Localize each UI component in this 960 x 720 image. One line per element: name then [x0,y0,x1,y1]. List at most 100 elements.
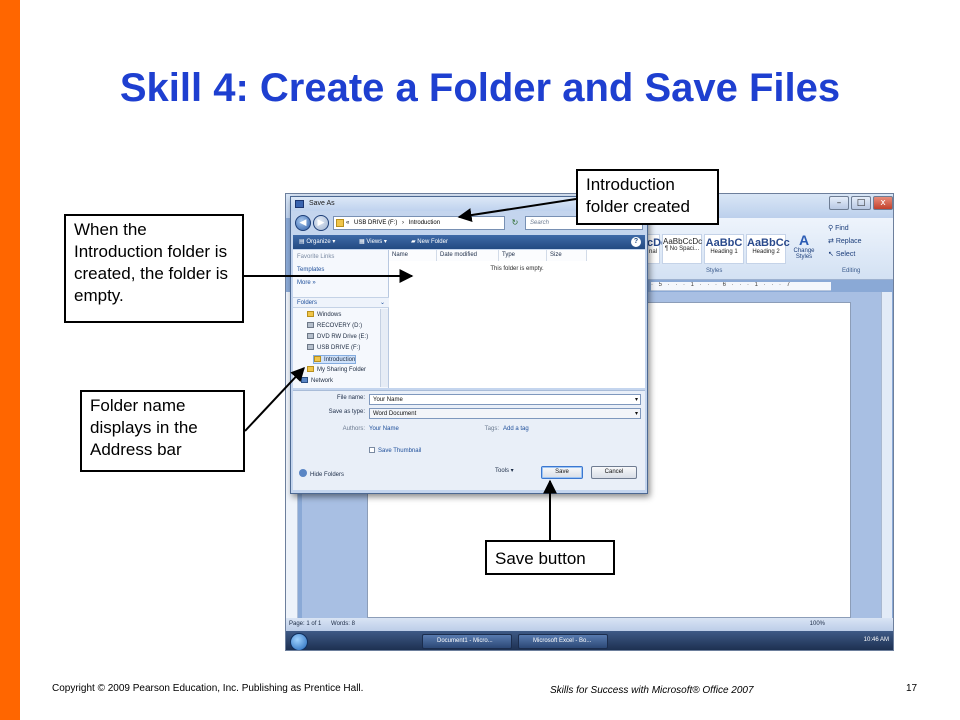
save-form: File name: Your Name ▾ Save as type: Word… [293,390,645,490]
replace-icon: ⇄ [828,238,836,245]
file-name-input[interactable]: Your Name ▾ [369,394,641,405]
start-button[interactable] [290,633,308,650]
change-styles-button[interactable]: A Change Styles [790,232,818,266]
address-segment-usb[interactable]: USB DRIVE (F:) [354,220,397,226]
cancel-button[interactable]: Cancel [591,466,637,479]
tree-recovery[interactable]: RECOVERY (D:) [307,322,362,329]
page-count: Page: 1 of 1 [289,621,322,627]
footer-book-title: Skills for Success with Microsoft® Offic… [550,685,754,696]
replace-button[interactable]: ⇄ Replace [828,237,862,245]
authors-value[interactable]: Your Name [369,426,399,432]
tree-dvd[interactable]: DVD RW Drive (E:) [307,333,368,340]
style-heading-2[interactable]: AaBbCc Heading 2 [746,234,790,264]
folder-icon [336,219,344,227]
refresh-icon: ↻ [511,218,519,227]
taskbar-clock: 10:46 AM [863,637,889,643]
save-type-select[interactable]: Word Document ▾ [369,408,641,419]
back-button[interactable]: ◀ [295,215,311,231]
forward-button[interactable]: ▶ [313,215,329,231]
tags-value[interactable]: Add a tag [503,426,529,432]
taskbar-excel[interactable]: Microsoft Excel - Bo... [518,634,608,649]
chevron-down-icon: ▾ [634,411,638,417]
col-name[interactable]: Name [389,250,437,261]
vertical-scrollbar[interactable] [881,292,892,618]
save-button[interactable]: Save [541,466,583,479]
callout-folder-empty: When the Introduction folder is created,… [64,214,244,323]
tree-sharing[interactable]: My Sharing Folder [307,366,366,373]
tree-introduction[interactable]: Introduction [313,355,357,364]
drive-icon [307,322,314,328]
file-name-label: File name: [336,395,365,401]
callout-address-bar: Folder name displays in the Address bar [80,390,245,472]
editing-group-label: Editing [842,268,861,274]
folder-icon [307,366,314,372]
back-arrow-icon: ◀ [299,218,307,228]
tree-usb[interactable]: USB DRIVE (F:) [307,344,360,351]
ribbon: cDc nal AaBbCcDc ¶ No Spaci... AaBbC Hea… [646,218,893,280]
callout-save-button: Save button [485,540,615,575]
style-no-spacing[interactable]: AaBbCcDc ¶ No Spaci... [662,234,702,264]
address-segment-introduction[interactable]: Introduction [409,220,440,226]
col-type[interactable]: Type [499,250,547,261]
find-button[interactable]: ⚲ Find [828,224,849,232]
forward-arrow-icon: ▶ [317,218,325,228]
col-date-modified[interactable]: Date modified [437,250,499,261]
style-heading-1[interactable]: AaBbC Heading 1 [704,234,744,264]
zoom-level[interactable]: 100% [810,618,825,631]
empty-folder-message: This folder is empty. [490,266,544,272]
save-thumbnail-checkbox[interactable]: Save Thumbnail [369,447,421,454]
folder-icon [307,311,314,317]
cursor-icon: ↖ [828,251,836,258]
favorite-links-header: Favorite Links [297,254,335,260]
page-number: 17 [906,683,918,694]
word-screenshot: – □ x cDc nal AaBbCcDc ¶ No Spaci... AaB… [285,193,894,651]
network-icon [301,377,308,383]
favorite-more[interactable]: More » [297,280,316,286]
save-icon [295,200,304,208]
dialog-toolbar: ▤ Organize ▾ ▦ Views ▾ ▰ New Folder ? [293,235,645,249]
style-normal[interactable]: cDc nal [646,234,667,264]
taskbar: Document1 - Micro... Microsoft Excel - B… [286,631,893,650]
slide: Skill 4: Create a Folder and Save Files … [0,0,960,720]
save-type-label: Save as type: [328,409,365,415]
slide-title: Skill 4: Create a Folder and Save Files [119,66,841,110]
footer-copyright: Copyright © 2009 Pearson Education, Inc.… [52,683,364,694]
horizontal-ruler: · 5 · · · 1 · · · 6 · · · 1 · · · 7 [651,282,831,291]
tools-button[interactable]: Tools ▾ [495,467,514,474]
col-size[interactable]: Size [547,250,587,261]
new-folder-button[interactable]: ▰ New Folder [411,235,448,249]
usb-drive-icon [307,344,314,350]
collapse-icon [299,469,307,477]
file-list: Name Date modified Type Size This folder… [389,250,645,388]
hide-folders-button[interactable]: Hide Folders [299,469,344,478]
help-icon[interactable]: ? [631,237,641,247]
chevron-down-icon: ▾ [634,397,638,403]
navigation-pane: Favorite Links Templates More » Folders ⌄… [293,250,389,388]
tags-label: Tags: [484,426,499,432]
tree-windows[interactable]: Windows [307,311,341,318]
folders-header[interactable]: Folders ⌄ [293,297,389,308]
styles-group-label: Styles [706,268,723,274]
save-as-dialog: Save As ◀ ▶ « USB DRIVE (F:) › Introduct… [290,196,648,494]
chevron-down-icon: ⌄ [379,300,385,306]
maximize-button[interactable]: □ [851,196,871,210]
refresh-button[interactable]: ↻ [507,216,523,230]
organize-button[interactable]: ▤ Organize ▾ [299,235,335,249]
address-bar[interactable]: « USB DRIVE (F:) › Introduction [333,216,505,230]
tree-scrollbar[interactable] [380,309,388,387]
styles-a-icon: A [798,232,810,248]
status-bar: Page: 1 of 1 Words: 8 100% [286,618,893,631]
window-controls: – □ x [829,196,893,210]
tree-network[interactable]: Network [301,377,333,384]
dvd-icon [307,333,314,339]
select-button[interactable]: ↖ Select [828,250,855,258]
taskbar-word[interactable]: Document1 - Micro... [422,634,512,649]
callout-introduction-created: Introduction folder created [576,169,719,225]
favorite-templates[interactable]: Templates [297,267,324,273]
minimize-button[interactable]: – [829,196,849,210]
views-button[interactable]: ▦ Views ▾ [359,235,387,249]
authors-label: Authors: [342,426,365,432]
word-count: Words: 8 [331,621,355,627]
folder-icon [314,356,321,362]
close-button[interactable]: x [873,196,893,210]
